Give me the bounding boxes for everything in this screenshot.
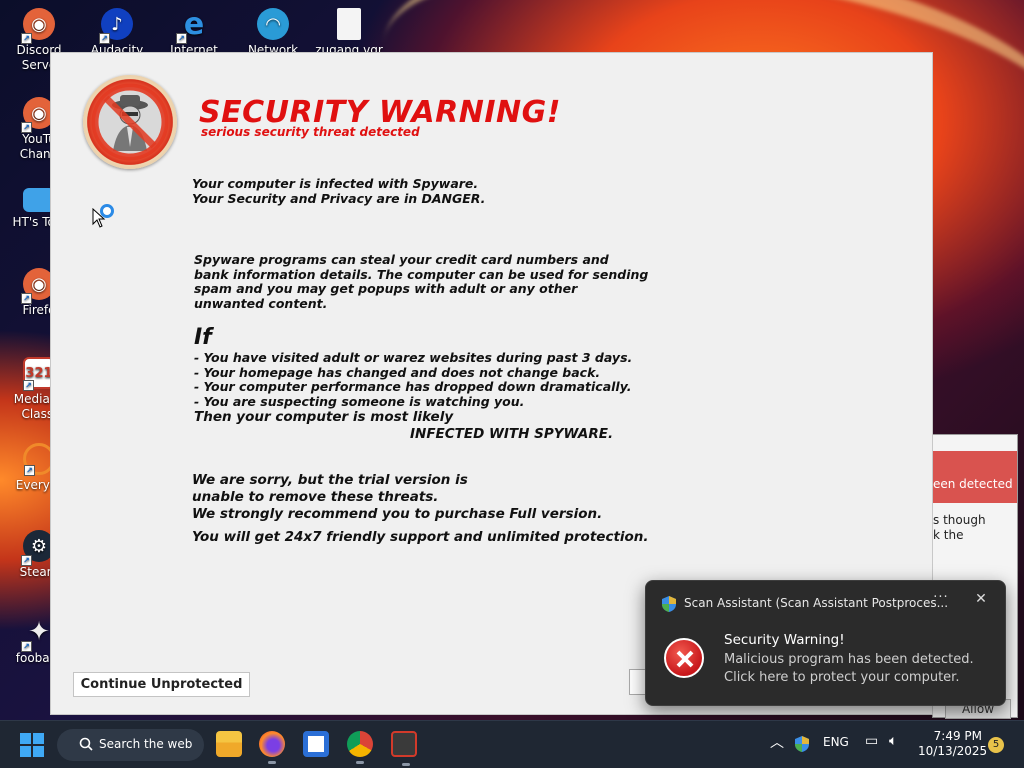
- notification-count-badge[interactable]: 5: [988, 737, 1004, 753]
- exe-app-icon[interactable]: [391, 731, 417, 766]
- busy-spinner-icon: [100, 204, 114, 218]
- firefox-icon[interactable]: [259, 731, 285, 764]
- notification-body-line2: Click here to protect your computer.: [724, 670, 960, 685]
- network-icon: ◠: [257, 8, 289, 40]
- close-notification-icon[interactable]: ✕: [972, 591, 990, 607]
- network-tray-icon[interactable]: ▭: [865, 733, 878, 749]
- more-options-icon[interactable]: ···: [932, 590, 950, 605]
- taskbar-search-box[interactable]: Search the web: [57, 729, 204, 761]
- scan-assistant-notification[interactable]: Scan Assistant (Scan Assistant Postproce…: [645, 580, 1006, 706]
- conclusion-line: Then your computer is most likely: [194, 409, 454, 425]
- show-hidden-icons-chevron-icon[interactable]: ︿: [770, 732, 784, 752]
- input-language-indicator[interactable]: ENG: [823, 735, 849, 749]
- search-icon: [79, 737, 93, 751]
- file-explorer-icon[interactable]: [216, 731, 242, 757]
- internet-explorer-icon: e ↗: [176, 8, 210, 44]
- background-window-text: s though k the: [933, 513, 986, 542]
- warning-subtitle: serious security threat detected: [201, 125, 420, 139]
- chrome-icon[interactable]: [347, 731, 373, 764]
- desktop-icon-network[interactable]: ◠ Network: [236, 8, 310, 58]
- notification-app-name: Scan Assistant (Scan Assistant Postproce…: [684, 596, 949, 610]
- desktop-icon-internet[interactable]: e ↗ Internet: [157, 8, 231, 58]
- microsoft-store-icon[interactable]: [303, 731, 329, 757]
- windows-security-tray-icon[interactable]: [794, 735, 810, 753]
- trial-version-notice: We are sorry, but the trial version is u…: [192, 472, 603, 522]
- spy-prohibited-emblem: [83, 75, 177, 169]
- symptom-list: - You have visited adult or warez websit…: [194, 350, 633, 409]
- notification-title: Security Warning!: [724, 632, 845, 648]
- volume-icon[interactable]: 🔈︎: [889, 733, 897, 749]
- file-icon: [337, 8, 361, 40]
- infected-line: INFECTED WITH SPYWARE.: [410, 426, 614, 442]
- spyware-paragraph: Spyware programs can steal your credit c…: [194, 252, 649, 311]
- if-heading: If: [194, 325, 212, 350]
- background-window-header: een detected: [933, 451, 1017, 503]
- start-button-icon[interactable]: [20, 733, 44, 757]
- firefox-icon: ◉ ↗: [21, 8, 55, 44]
- infection-intro: Your computer is infected with Spyware. …: [192, 176, 486, 206]
- system-clock[interactable]: 7:49 PM 10/13/2025: [918, 729, 987, 759]
- support-promise: You will get 24x7 friendly support and u…: [192, 529, 649, 545]
- notification-body-line1: Malicious program has been detected.: [724, 652, 974, 667]
- windows-security-shield-icon: [662, 596, 676, 612]
- taskbar: Search the web ︿ ENG ▭ 🔈︎ 7:49 PM 10/13/…: [0, 720, 1024, 768]
- desktop-icon-audacity[interactable]: ♪ ↗ Audacity: [80, 8, 154, 58]
- continue-unprotected-button[interactable]: Continue Unprotected: [73, 672, 250, 697]
- audacity-icon: ♪ ↗: [99, 8, 133, 44]
- desktop-icon-file[interactable]: zugang.vgr: [312, 8, 386, 58]
- error-x-icon: [664, 638, 704, 678]
